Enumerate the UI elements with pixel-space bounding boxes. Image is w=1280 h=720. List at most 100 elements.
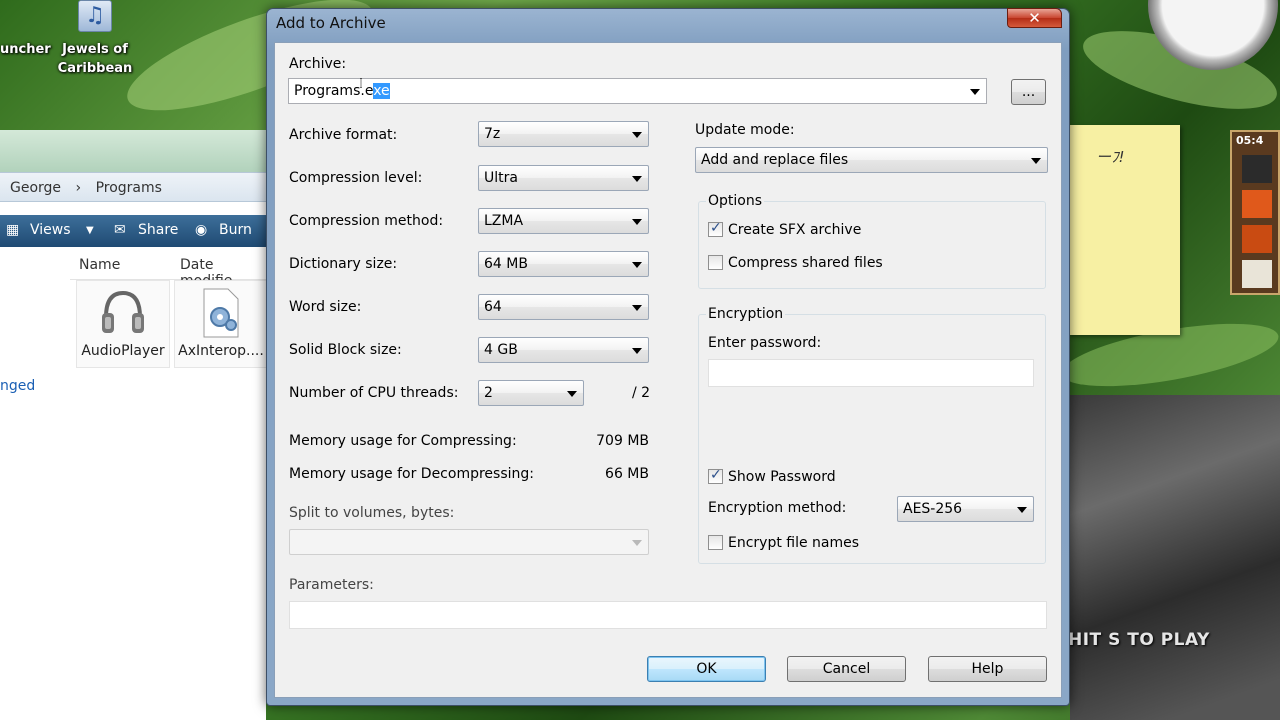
burn-button[interactable]: Burn xyxy=(219,222,252,238)
chevron-down-icon xyxy=(567,391,577,397)
split-volumes-label: Split to volumes, bytes: xyxy=(289,505,455,521)
chevron-down-icon xyxy=(632,540,642,546)
browse-button[interactable]: ... xyxy=(1011,79,1046,105)
views-icon[interactable]: ▦ xyxy=(6,222,19,238)
dictionary-size-label: Dictionary size: xyxy=(289,256,398,272)
puzzle-timer: 05:4 xyxy=(1236,134,1264,147)
solid-block-size-label: Solid Block size: xyxy=(289,342,402,358)
encryption-method-value: AES-256 xyxy=(903,501,963,517)
compression-method-label: Compression method: xyxy=(289,213,444,229)
share-button[interactable]: Share xyxy=(138,222,178,238)
music-file-icon[interactable]: ♫ xyxy=(78,0,112,32)
file-label: AudioPlayer xyxy=(81,343,165,359)
show-password-label[interactable]: Show Password xyxy=(728,469,836,485)
update-mode-value: Add and replace files xyxy=(701,152,849,168)
close-button[interactable]: ✕ xyxy=(1007,8,1062,28)
compression-level-select[interactable]: Ultra xyxy=(478,165,649,191)
encryption-group-label: Encryption xyxy=(706,306,786,322)
archive-name-selection: xe xyxy=(373,83,390,99)
desktop-icon-launcher-label[interactable]: uncher xyxy=(0,40,51,59)
ok-button[interactable]: OK xyxy=(647,656,766,682)
file-item[interactable]: AxInterop.... xyxy=(174,280,266,368)
compress-shared-label[interactable]: Compress shared files xyxy=(728,255,883,271)
parameters-input[interactable] xyxy=(289,601,1047,629)
encrypt-file-names-checkbox[interactable] xyxy=(708,535,723,550)
chevron-down-icon[interactable]: ▼ xyxy=(86,225,94,236)
word-size-select[interactable]: 64 xyxy=(478,294,649,320)
memory-compress-value: 709 MB xyxy=(596,433,649,449)
solid-block-size-select[interactable]: 4 GB xyxy=(478,337,649,363)
settings-file-icon xyxy=(203,288,239,338)
encrypt-file-names-label[interactable]: Encrypt file names xyxy=(728,535,859,551)
dictionary-size-value: 64 MB xyxy=(484,256,528,272)
memory-decompress-label: Memory usage for Decompressing: xyxy=(289,466,534,482)
parameters-label: Parameters: xyxy=(289,577,374,593)
create-sfx-label[interactable]: Create SFX archive xyxy=(728,222,861,238)
dictionary-size-select[interactable]: 64 MB xyxy=(478,251,649,277)
chevron-down-icon xyxy=(632,219,642,225)
archive-format-select[interactable]: 7z xyxy=(478,121,649,147)
game-gadget[interactable] xyxy=(1070,395,1280,720)
file-label: AxInterop.... xyxy=(178,343,264,359)
cpu-threads-select[interactable]: 2 xyxy=(478,380,584,406)
memory-compress-label: Memory usage for Compressing: xyxy=(289,433,517,449)
game-play-prompt: HIT S TO PLAY xyxy=(1068,630,1210,650)
column-headers: Name Date modifie xyxy=(70,252,266,289)
puzzle-tile[interactable] xyxy=(1242,190,1272,218)
puzzle-tile[interactable] xyxy=(1242,225,1272,253)
compression-level-label: Compression level: xyxy=(289,170,423,186)
compression-method-select[interactable]: LZMA xyxy=(478,208,649,234)
chevron-down-icon xyxy=(632,132,642,138)
encryption-method-select[interactable]: AES-256 xyxy=(897,496,1034,522)
dialog-title: Add to Archive xyxy=(276,14,386,32)
chevron-down-icon xyxy=(1031,158,1041,164)
share-icon[interactable]: ✉ xyxy=(114,222,126,238)
archive-label: Archive: xyxy=(289,56,347,72)
chevron-down-icon xyxy=(632,305,642,311)
create-sfx-checkbox[interactable]: ✓ xyxy=(708,220,723,237)
options-group-label: Options xyxy=(706,193,765,209)
explorer-toolbar: ▦ Views ▼ ✉ Share ◉ Burn xyxy=(0,215,266,247)
compress-shared-checkbox[interactable] xyxy=(708,255,723,270)
cancel-button[interactable]: Cancel xyxy=(787,656,906,682)
split-volumes-combo[interactable] xyxy=(289,529,649,555)
desktop-icon-jewels-label[interactable]: Jewels of Caribbean xyxy=(50,40,140,78)
breadcrumb-item[interactable]: George xyxy=(10,180,61,196)
password-input[interactable] xyxy=(708,359,1034,387)
update-mode-label: Update mode: xyxy=(695,122,795,138)
breadcrumb-separator-icon: › xyxy=(75,180,82,196)
encryption-method-label: Encryption method: xyxy=(708,500,847,516)
show-password-checkbox[interactable]: ✓ xyxy=(708,467,723,484)
cpu-threads-label: Number of CPU threads: xyxy=(289,385,459,401)
chevron-down-icon[interactable] xyxy=(970,89,980,95)
sticky-note-text: ーﾌ! xyxy=(1096,148,1125,166)
word-size-value: 64 xyxy=(484,299,502,315)
puzzle-tile[interactable] xyxy=(1242,155,1272,183)
breadcrumb[interactable]: George › Programs xyxy=(0,172,266,202)
column-header-name[interactable]: Name xyxy=(79,257,120,273)
archive-name-combo[interactable]: Programs.exe xyxy=(288,78,987,104)
views-button[interactable]: Views xyxy=(30,222,71,238)
memory-decompress-value: 66 MB xyxy=(605,466,649,482)
word-size-label: Word size: xyxy=(289,299,362,315)
breadcrumb-item[interactable]: Programs xyxy=(96,180,162,196)
chevron-down-icon xyxy=(1017,507,1027,513)
archive-format-value: 7z xyxy=(484,126,501,142)
update-mode-select[interactable]: Add and replace files xyxy=(695,147,1048,173)
burn-icon[interactable]: ◉ xyxy=(195,222,207,238)
archive-format-label: Archive format: xyxy=(289,127,398,143)
compression-level-value: Ultra xyxy=(484,170,518,186)
chevron-down-icon xyxy=(632,348,642,354)
desktop-icon-jewels-line2: Caribbean xyxy=(57,61,133,76)
check-icon: ✓ xyxy=(710,220,722,236)
cpu-threads-value: 2 xyxy=(484,385,493,401)
help-button[interactable]: Help xyxy=(928,656,1047,682)
text-cursor-icon xyxy=(360,78,362,88)
file-item[interactable]: AudioPlayer xyxy=(76,280,170,368)
nav-pane-link[interactable]: nged xyxy=(0,378,35,394)
explorer-titlebar xyxy=(0,130,266,172)
puzzle-tile[interactable] xyxy=(1242,260,1272,288)
chevron-down-icon xyxy=(632,176,642,182)
cpu-threads-total: / 2 xyxy=(632,385,651,401)
solid-block-size-value: 4 GB xyxy=(484,342,518,358)
